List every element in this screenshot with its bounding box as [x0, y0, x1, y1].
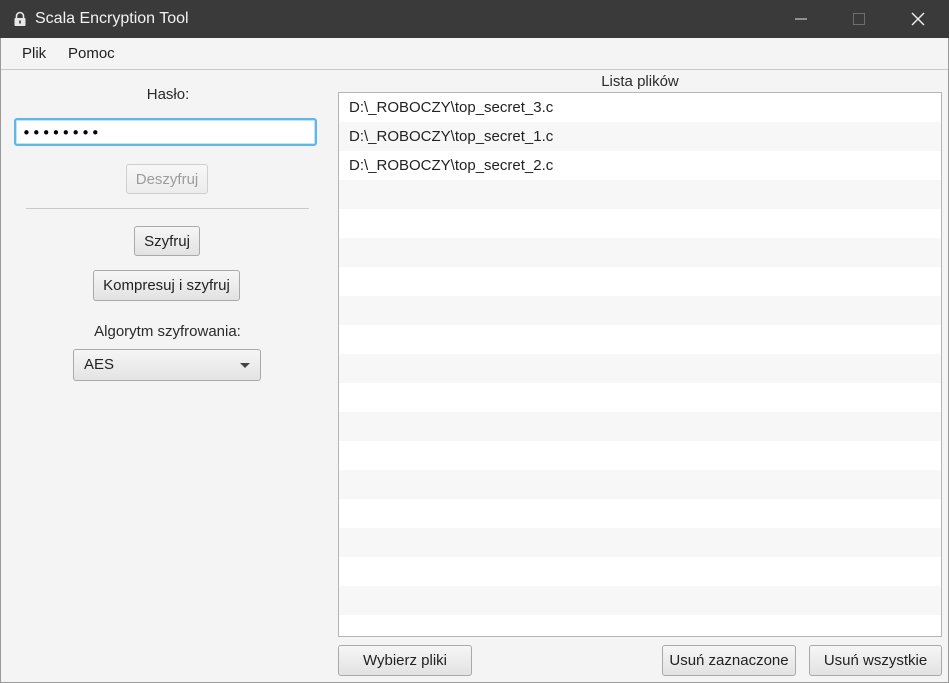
encrypt-button[interactable]: Szyfruj — [134, 226, 200, 256]
remove-all-button[interactable]: Usuń wszystkie — [809, 645, 942, 676]
divider — [26, 208, 309, 209]
algorithm-label: Algorytm szyfrowania: — [94, 323, 241, 340]
decrypt-button[interactable]: Deszyfruj — [126, 164, 208, 194]
maximize-button[interactable] — [830, 0, 888, 38]
menu-bar: Plik Pomoc — [0, 38, 949, 70]
compress-encrypt-button[interactable]: Kompresuj i szyfruj — [93, 270, 240, 301]
file-list-title: Lista plików — [601, 73, 679, 90]
minimize-button[interactable] — [772, 0, 830, 38]
title-bar: Scala Encryption Tool — [0, 0, 949, 38]
lock-icon — [14, 11, 26, 26]
minimize-icon — [795, 18, 807, 20]
password-field[interactable]: •••••••• — [14, 118, 317, 146]
list-item[interactable]: D:\_ROBOCZY\top_secret_1.c — [339, 122, 941, 151]
password-label: Hasło: — [146, 86, 190, 103]
list-item[interactable]: D:\_ROBOCZY\top_secret_2.c — [339, 151, 941, 180]
close-button[interactable] — [889, 0, 947, 38]
file-list[interactable]: D:\_ROBOCZY\top_secret_3.c D:\_ROBOCZY\t… — [338, 92, 942, 637]
close-icon — [911, 12, 925, 26]
menu-plik[interactable]: Plik — [22, 45, 46, 62]
remove-selected-button[interactable]: Usuń zaznaczone — [662, 645, 796, 676]
algorithm-select[interactable]: AES — [73, 349, 261, 381]
algorithm-value: AES — [84, 356, 115, 373]
list-item[interactable]: D:\_ROBOCZY\top_secret_3.c — [339, 93, 941, 122]
maximize-icon — [853, 13, 865, 25]
menu-pomoc[interactable]: Pomoc — [68, 45, 115, 62]
chevron-down-icon — [240, 363, 250, 368]
choose-files-button[interactable]: Wybierz pliki — [338, 645, 472, 676]
window-title: Scala Encryption Tool — [35, 10, 189, 27]
